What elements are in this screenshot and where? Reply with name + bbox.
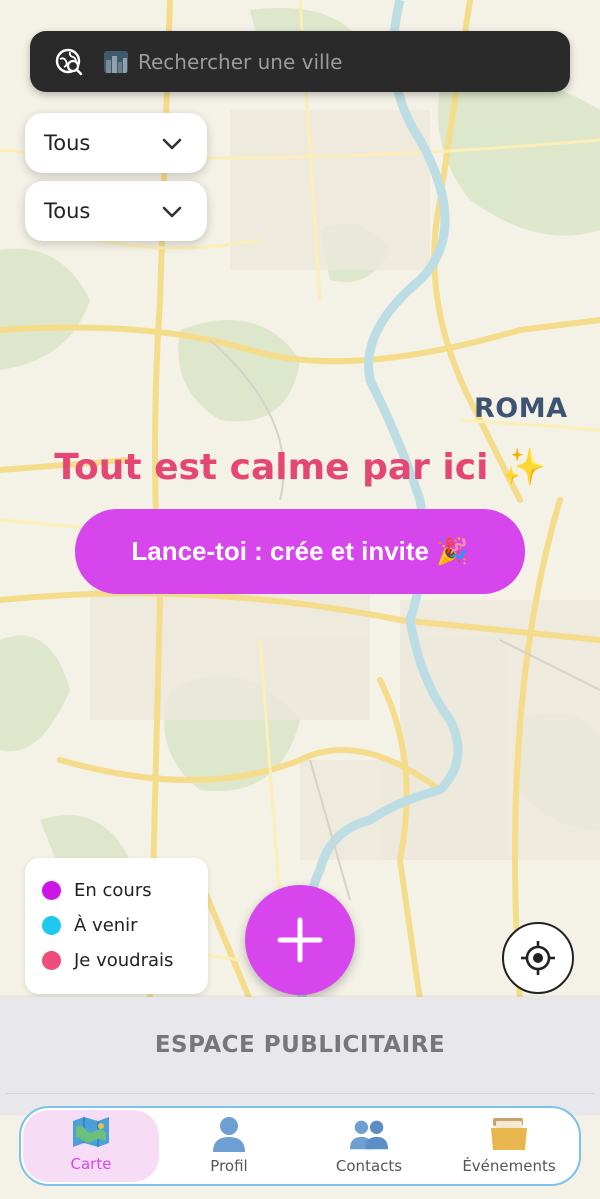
empty-state-title: Tout est calme par ici ✨: [54, 447, 546, 488]
plus-icon: [277, 917, 323, 963]
tab-carte[interactable]: Carte: [23, 1110, 159, 1182]
map-icon: [71, 1113, 111, 1151]
filter-dropdown-value: Tous: [44, 131, 91, 155]
ad-banner[interactable]: ESPACE PUBLICITAIRE: [0, 997, 600, 1115]
legend-dot-a-venir: [42, 916, 61, 935]
legend-item: Je voudrais: [42, 950, 173, 971]
legend-label: En cours: [74, 880, 152, 901]
cityscape-icon: [104, 50, 128, 73]
legend-label: À venir: [74, 915, 138, 936]
legend-dot-en-cours: [42, 881, 61, 900]
tab-contacts[interactable]: Contacts: [299, 1108, 439, 1184]
legend-label: Je voudrais: [74, 950, 174, 971]
legend-item: À venir: [42, 915, 138, 936]
map-city-label: ROMA: [474, 393, 568, 424]
legend-dot-je-voudrais: [42, 951, 61, 970]
filter-dropdown-value: Tous: [44, 199, 91, 223]
create-invite-button[interactable]: Lance-toi : crée et invite 🎉: [75, 509, 525, 594]
chevron-down-icon: [162, 131, 182, 155]
chevron-down-icon: [162, 199, 182, 223]
locate-me-button[interactable]: [502, 922, 574, 994]
map-legend: En cours À venir Je voudrais: [25, 858, 208, 994]
person-icon: [209, 1115, 249, 1153]
tab-label: Profil: [210, 1157, 248, 1175]
tab-evenements[interactable]: Événements: [439, 1108, 579, 1184]
search-bar[interactable]: [30, 31, 570, 92]
globe-search-icon[interactable]: [52, 45, 86, 79]
filter-dropdown-2[interactable]: Tous: [25, 181, 207, 241]
legend-item: En cours: [42, 880, 152, 901]
tab-profil[interactable]: Profil: [159, 1108, 299, 1184]
folder-icon: [489, 1115, 529, 1153]
ad-label: ESPACE PUBLICITAIRE: [6, 997, 594, 1094]
tab-label: Contacts: [335, 1157, 403, 1175]
tab-label: Carte: [70, 1155, 112, 1173]
filter-dropdown-1[interactable]: Tous: [25, 113, 207, 173]
people-icon: [349, 1115, 389, 1153]
tab-label: Événements: [462, 1157, 556, 1175]
search-input[interactable]: [136, 48, 520, 75]
crosshair-icon: [521, 941, 555, 975]
bottom-nav: Carte Profil Contacts Événements: [19, 1106, 581, 1186]
add-event-button[interactable]: [245, 885, 355, 995]
